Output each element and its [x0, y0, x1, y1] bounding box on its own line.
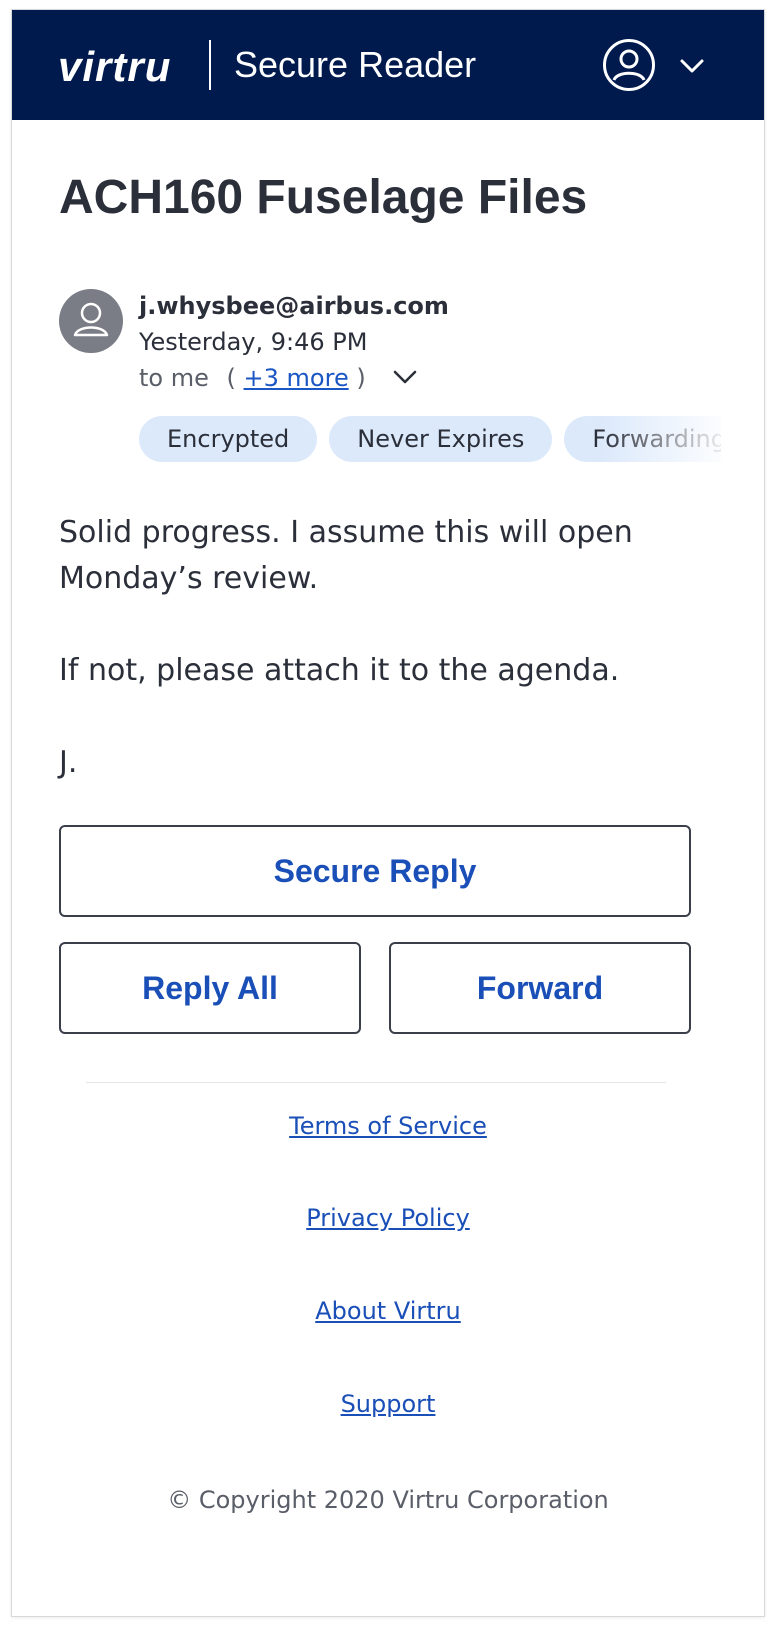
message-body: Solid progress. I assume this will open …: [59, 510, 699, 786]
more-recipients-link[interactable]: +3 more: [244, 364, 349, 392]
app-title: Secure Reader: [234, 44, 477, 85]
chip-never-expires[interactable]: Never Expires: [329, 416, 553, 462]
footer-divider: [86, 1082, 666, 1083]
forward-button[interactable]: Forward: [389, 942, 691, 1034]
recipients-prefix: to me: [139, 364, 209, 392]
recipients-line: to me ( +3 more ): [139, 362, 419, 395]
support-link[interactable]: Support: [12, 1388, 764, 1420]
security-chips: Encrypted Never Expires Forwarding: [139, 416, 721, 464]
chip-encrypted[interactable]: Encrypted: [139, 416, 318, 462]
user-circle-icon[interactable]: [602, 38, 656, 92]
body-line: Solid progress. I assume this will open: [59, 515, 633, 550]
virtru-logo[interactable]: virtru: [58, 46, 171, 88]
chip-forwarding[interactable]: Forwarding: [564, 416, 721, 462]
body-line: If not, please attach it to the agenda.: [59, 653, 620, 688]
chevron-down-icon[interactable]: [678, 52, 706, 80]
recipients-paren-close: ): [356, 364, 366, 392]
expand-recipients-icon[interactable]: [391, 363, 419, 395]
recipients-paren-open: (: [226, 364, 236, 392]
message-subject: ACH160 Fuselage Files: [59, 171, 588, 224]
logo-divider: [209, 40, 211, 90]
top-bar: virtru Secure Reader: [12, 10, 764, 120]
message-timestamp: Yesterday, 9:46 PM: [139, 328, 368, 356]
about-virtru-link[interactable]: About Virtru: [12, 1295, 764, 1327]
secure-reply-button[interactable]: Secure Reply: [59, 825, 691, 917]
sender-avatar-icon: [59, 289, 123, 353]
body-line: J.: [59, 745, 78, 780]
copyright-text: © Copyright 2020 Virtru Corporation: [167, 1486, 609, 1514]
body-line: Monday’s review.: [59, 561, 319, 596]
reply-all-button[interactable]: Reply All: [59, 942, 361, 1034]
privacy-policy-link[interactable]: Privacy Policy: [12, 1202, 764, 1234]
sender-email: j.whysbee@airbus.com: [139, 292, 449, 320]
reader-frame: virtru Secure Reader ACH160 Fuselage Fil…: [12, 10, 764, 1616]
terms-of-service-link[interactable]: Terms of Service: [12, 1110, 764, 1142]
